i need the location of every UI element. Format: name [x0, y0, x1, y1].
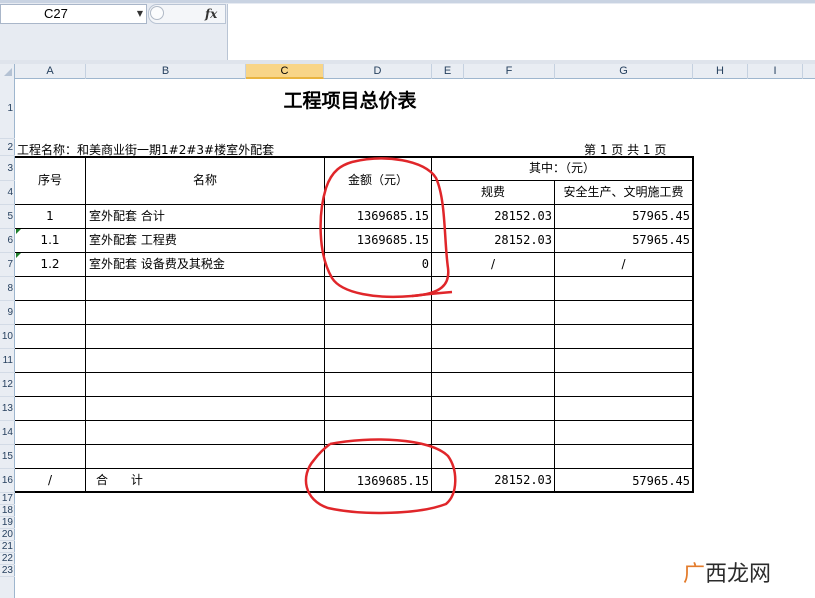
- red-circle-annotation: [304, 438, 457, 515]
- watermark-mark: 广: [683, 562, 706, 587]
- red-circle-annotation-tail: [411, 290, 453, 298]
- watermark-text: 西龙网: [705, 562, 772, 587]
- watermark-logo: 广西龙网: [683, 556, 771, 588]
- red-circle-annotation: [319, 157, 450, 299]
- annotation-layer: [304, 157, 457, 515]
